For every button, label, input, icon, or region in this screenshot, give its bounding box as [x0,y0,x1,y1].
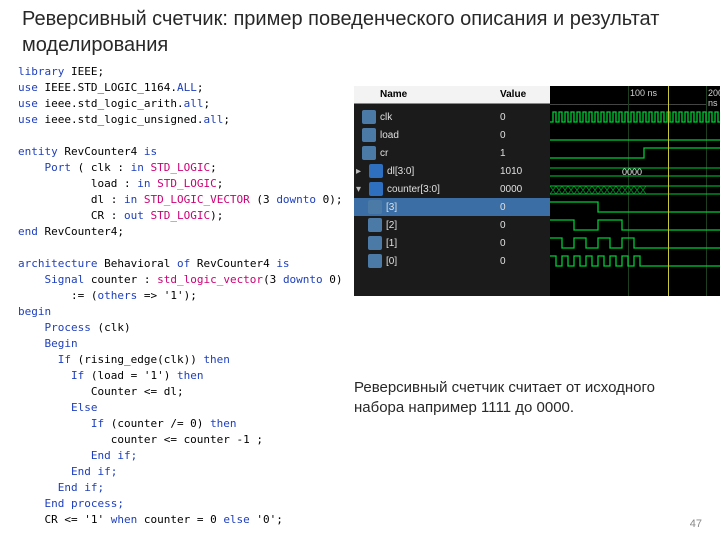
column-header-value: Value [494,86,550,104]
signal-row-bit3[interactable]: [3] [354,198,494,216]
signal-row-load[interactable]: load [354,126,494,144]
slide-title: Реверсивный счетчик: пример поведенческо… [22,6,698,58]
value-cell: 0 [494,234,550,252]
signal-icon [362,146,376,160]
time-cursor[interactable] [668,86,669,296]
page-number: 47 [690,518,702,530]
column-header-name: Name [354,86,494,104]
bus-icon [369,182,383,196]
signal-icon [368,200,382,214]
slide-caption: Реверсивный счетчик считает от исходного… [354,378,708,418]
value-cell: 1010 [494,162,550,180]
vhdl-code: library IEEE; use IEEE.STD_LOGIC_1164.AL… [18,64,378,540]
value-cell: 0 [494,216,550,234]
signal-icon [368,254,382,268]
signal-row-dl[interactable]: ▸dl[3:0] [354,162,494,180]
value-list: Value 0 0 1 1010 0000 0 0 0 0 [494,86,551,296]
value-cell: 0 [494,198,550,216]
signal-row-bit1[interactable]: [1] [354,234,494,252]
value-cell: 0 [494,252,550,270]
svg-text:0000: 0000 [622,167,642,177]
caption-line: Реверсивный счетчик считает от исходного [354,378,708,398]
signal-row-clk[interactable]: clk [354,108,494,126]
signal-row-counter[interactable]: ▾counter[3:0] [354,180,494,198]
signal-row-bit2[interactable]: [2] [354,216,494,234]
signal-icon [362,110,376,124]
simulation-panel: Name clk load cr ▸dl[3:0] ▾counter[3:0] … [354,86,720,296]
value-cell: 1 [494,144,550,162]
value-cell: 0 [494,108,550,126]
value-cell: 0000 [494,180,550,198]
signal-icon [362,128,376,142]
signal-icon [368,236,382,250]
signal-row-cr[interactable]: cr [354,144,494,162]
signal-list: Name clk load cr ▸dl[3:0] ▾counter[3:0] … [354,86,495,296]
waveform-area[interactable]: 100 ns 200 ns 0000 [550,86,720,296]
signal-row-bit0[interactable]: [0] [354,252,494,270]
waveform-svg: 0000 [550,86,720,296]
signal-icon [368,218,382,232]
value-cell: 0 [494,126,550,144]
bus-icon [369,164,383,178]
caption-line: набора например 1111 до 0000. [354,398,708,418]
